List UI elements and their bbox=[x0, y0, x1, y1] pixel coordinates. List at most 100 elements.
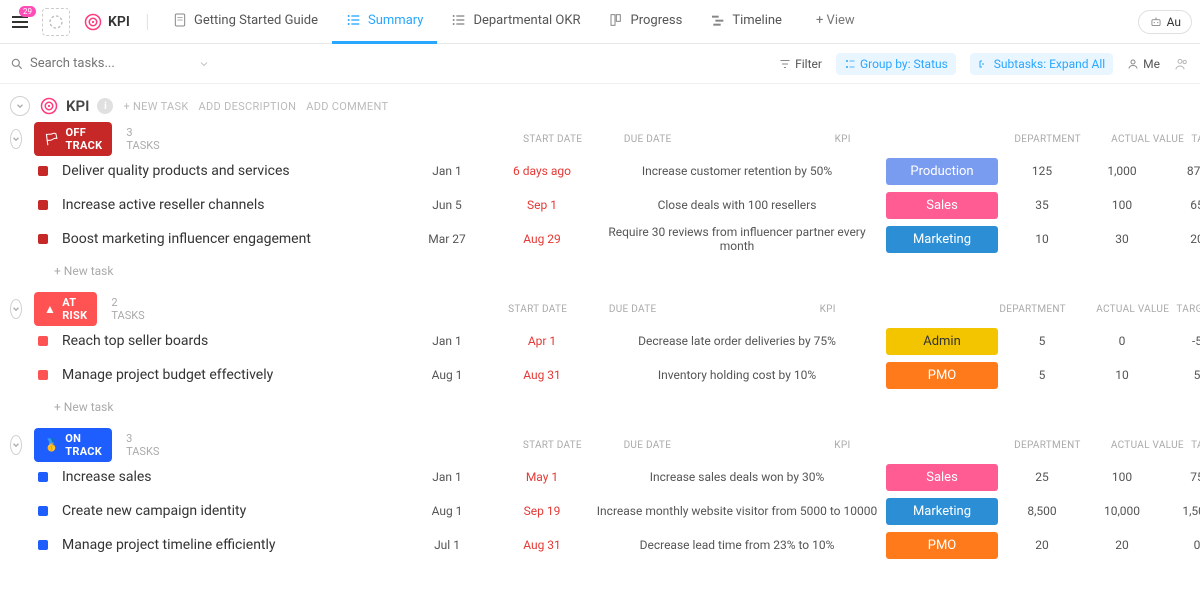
actual-value[interactable]: 125 bbox=[1002, 164, 1082, 178]
assignees-icon[interactable] bbox=[1174, 56, 1190, 72]
start-date[interactable]: Jan 1 bbox=[402, 470, 492, 484]
status-chip[interactable]: ▲AT RISK bbox=[34, 292, 97, 326]
column-header[interactable]: TARGET VALUE bbox=[1187, 440, 1200, 451]
column-header[interactable]: KPI bbox=[697, 440, 987, 451]
task-row[interactable]: Reach top seller boardsJan 1Apr 1Decreas… bbox=[10, 324, 1190, 358]
task-row[interactable]: Deliver quality products and servicesJan… bbox=[10, 154, 1190, 188]
start-date[interactable]: Jan 1 bbox=[402, 334, 492, 348]
tab-summary[interactable]: Summary bbox=[332, 0, 437, 44]
actual-value[interactable]: 25 bbox=[1002, 470, 1082, 484]
search-input[interactable] bbox=[30, 56, 150, 71]
kpi-field[interactable]: Close deals with 100 resellers bbox=[592, 198, 882, 212]
department-field[interactable]: Sales bbox=[882, 192, 1002, 219]
chevron-down-icon[interactable] bbox=[198, 58, 210, 70]
column-header[interactable]: DEPARTMENT bbox=[987, 440, 1107, 451]
menu-button[interactable]: 29 bbox=[8, 10, 32, 34]
actual-value[interactable]: 35 bbox=[1002, 198, 1082, 212]
column-header[interactable]: KPI bbox=[683, 304, 973, 315]
due-date[interactable]: Aug 29 bbox=[492, 232, 592, 246]
difference[interactable]: 20 bbox=[1162, 232, 1200, 246]
difference[interactable]: -5 bbox=[1162, 334, 1200, 348]
column-header[interactable]: TARGET VALUE bbox=[1173, 304, 1200, 315]
column-header[interactable]: DUE DATE bbox=[597, 440, 697, 451]
kpi-field[interactable]: Decrease lead time from 23% to 10% bbox=[592, 538, 882, 552]
difference[interactable]: 0 bbox=[1162, 538, 1200, 552]
task-name[interactable]: Manage project budget effectively bbox=[62, 367, 402, 383]
difference[interactable]: 875 bbox=[1162, 164, 1200, 178]
task-name[interactable]: Create new campaign identity bbox=[62, 503, 402, 519]
target-value[interactable]: 10 bbox=[1082, 368, 1162, 382]
due-date[interactable]: Aug 31 bbox=[492, 538, 592, 552]
difference[interactable]: 5 bbox=[1162, 368, 1200, 382]
collapse-group-button[interactable] bbox=[10, 129, 22, 149]
actual-value[interactable]: 5 bbox=[1002, 368, 1082, 382]
task-name[interactable]: Increase sales bbox=[62, 469, 402, 485]
status-chip[interactable]: 🥇ON TRACK bbox=[34, 428, 112, 462]
due-date[interactable]: Sep 1 bbox=[492, 198, 592, 212]
column-header[interactable]: DUE DATE bbox=[583, 304, 683, 315]
collapse-all-button[interactable] bbox=[10, 96, 30, 116]
start-date[interactable]: Jul 1 bbox=[402, 538, 492, 552]
actual-value[interactable]: 20 bbox=[1002, 538, 1082, 552]
department-field[interactable]: Sales bbox=[882, 464, 1002, 491]
collapse-group-button[interactable] bbox=[10, 299, 22, 319]
status-square-icon[interactable] bbox=[38, 200, 48, 210]
actual-value[interactable]: 5 bbox=[1002, 334, 1082, 348]
kpi-field[interactable]: Increase customer retention by 50% bbox=[592, 164, 882, 178]
department-field[interactable]: Production bbox=[882, 158, 1002, 185]
column-header[interactable]: DUE DATE bbox=[598, 134, 698, 145]
start-date[interactable]: Mar 27 bbox=[402, 232, 492, 246]
task-name[interactable]: Increase active reseller channels bbox=[62, 197, 402, 213]
column-header[interactable]: ACTUAL VALUE bbox=[1108, 134, 1188, 145]
difference[interactable]: 75 bbox=[1162, 470, 1200, 484]
kpi-field[interactable]: Require 30 reviews from influencer partn… bbox=[592, 225, 882, 253]
due-date[interactable]: Aug 31 bbox=[492, 368, 592, 382]
target-value[interactable]: 10,000 bbox=[1082, 504, 1162, 518]
task-row[interactable]: Manage project budget effectivelyAug 1Au… bbox=[10, 358, 1190, 392]
target-value[interactable]: 30 bbox=[1082, 232, 1162, 246]
due-date[interactable]: May 1 bbox=[492, 470, 592, 484]
target-value[interactable]: 100 bbox=[1082, 198, 1162, 212]
column-header[interactable]: KPI bbox=[698, 134, 988, 145]
tab-departmental-okr[interactable]: Departmental OKR bbox=[437, 0, 594, 44]
status-square-icon[interactable] bbox=[38, 336, 48, 346]
status-square-icon[interactable] bbox=[38, 506, 48, 516]
start-date[interactable]: Aug 1 bbox=[402, 504, 492, 518]
difference[interactable]: 65 bbox=[1162, 198, 1200, 212]
status-square-icon[interactable] bbox=[38, 234, 48, 244]
filter-button[interactable]: Filter bbox=[779, 57, 822, 71]
task-name[interactable]: Deliver quality products and services bbox=[62, 163, 402, 179]
department-field[interactable]: PMO bbox=[882, 362, 1002, 389]
tab-timeline[interactable]: Timeline bbox=[696, 0, 796, 44]
task-row[interactable]: Increase active reseller channelsJun 5Se… bbox=[10, 188, 1190, 222]
task-name[interactable]: Boost marketing influencer engagement bbox=[62, 231, 402, 247]
collapse-group-button[interactable] bbox=[10, 435, 22, 455]
kpi-field[interactable]: Inventory holding cost by 10% bbox=[592, 368, 882, 382]
column-header[interactable]: ACTUAL VALUE bbox=[1093, 304, 1173, 315]
info-icon[interactable]: i bbox=[97, 98, 113, 114]
start-date[interactable]: Aug 1 bbox=[402, 368, 492, 382]
tab-progress[interactable]: Progress bbox=[595, 0, 697, 44]
task-name[interactable]: Reach top seller boards bbox=[62, 333, 402, 349]
status-chip[interactable]: 🏳OFF TRACK bbox=[34, 122, 112, 156]
start-date[interactable]: Jun 5 bbox=[402, 198, 492, 212]
target-value[interactable]: 1,000 bbox=[1082, 164, 1162, 178]
add-comment-button[interactable]: ADD COMMENT bbox=[306, 100, 388, 113]
task-row[interactable]: Manage project timeline efficientlyJul 1… bbox=[10, 528, 1190, 562]
actual-value[interactable]: 8,500 bbox=[1002, 504, 1082, 518]
add-view-button[interactable]: + View bbox=[802, 13, 869, 31]
department-field[interactable]: Marketing bbox=[882, 226, 1002, 253]
column-header[interactable]: START DATE bbox=[493, 304, 583, 315]
kpi-field[interactable]: Increase sales deals won by 30% bbox=[592, 470, 882, 484]
task-row[interactable]: Boost marketing influencer engagementMar… bbox=[10, 222, 1190, 256]
department-field[interactable]: Admin bbox=[882, 328, 1002, 355]
column-header[interactable]: TARGET VALUE bbox=[1188, 134, 1200, 145]
due-date[interactable]: Apr 1 bbox=[492, 334, 592, 348]
actual-value[interactable]: 10 bbox=[1002, 232, 1082, 246]
kpi-field[interactable]: Decrease late order deliveries by 75% bbox=[592, 334, 882, 348]
space-title[interactable]: KPI bbox=[84, 13, 130, 31]
due-date[interactable]: 6 days ago bbox=[492, 164, 592, 178]
status-square-icon[interactable] bbox=[38, 166, 48, 176]
column-header[interactable]: DEPARTMENT bbox=[988, 134, 1108, 145]
add-description-button[interactable]: ADD DESCRIPTION bbox=[199, 100, 297, 113]
